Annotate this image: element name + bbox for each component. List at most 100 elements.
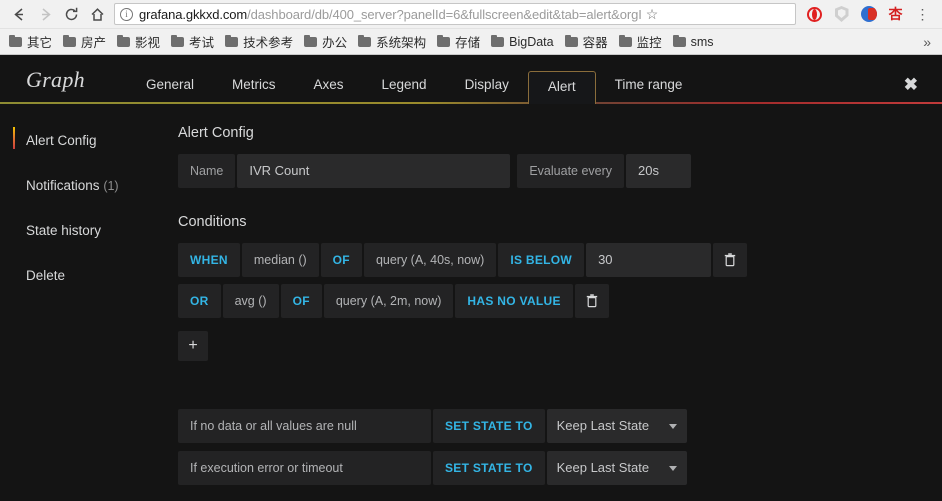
- no-data-state-select[interactable]: Keep Last State: [546, 409, 687, 443]
- no-data-description: If no data or all values are null: [178, 409, 431, 443]
- bookmark-item[interactable]: 容器: [561, 30, 615, 53]
- condition-threshold-input[interactable]: 30: [586, 243, 712, 277]
- tab-alert[interactable]: Alert: [527, 71, 596, 104]
- condition-operator[interactable]: WHEN: [178, 243, 240, 277]
- folder-icon: [491, 34, 505, 47]
- condition-evaluator[interactable]: HAS NO VALUE: [455, 284, 573, 318]
- bookmark-item[interactable]: 房产: [59, 30, 113, 53]
- bookmark-item[interactable]: BigData: [487, 33, 560, 51]
- sidebar-item-label: State history: [26, 223, 102, 238]
- add-condition-button[interactable]: +: [178, 331, 208, 361]
- folder-icon: [564, 34, 578, 47]
- bookmark-item[interactable]: sms: [669, 33, 721, 51]
- home-button[interactable]: [84, 2, 110, 26]
- no-data-row: If no data or all values are null SET ST…: [178, 409, 942, 443]
- home-icon: [90, 7, 104, 21]
- sidebar-item-delete[interactable]: Delete: [0, 260, 152, 291]
- delete-condition-button[interactable]: [713, 243, 748, 277]
- sidebar-item-label: Notifications: [26, 178, 100, 193]
- alert-name-input[interactable]: IVR Count: [237, 154, 511, 188]
- folder-icon: [171, 34, 185, 47]
- name-label: Name: [178, 154, 236, 188]
- alert-config-pane: Alert Config Name IVR Count Evaluate eve…: [152, 103, 942, 501]
- bookmark-label: 监控: [636, 36, 662, 50]
- bookmark-item[interactable]: 存储: [433, 30, 487, 53]
- reload-icon: [65, 7, 77, 20]
- no-data-handling-section: If no data or all values are null SET ST…: [178, 409, 942, 485]
- reload-button[interactable]: [58, 2, 84, 26]
- condition-of-label: OF: [280, 284, 322, 318]
- bookmark-label: 考试: [189, 36, 215, 50]
- bookmark-item[interactable]: 系统架构: [354, 30, 433, 53]
- forward-button[interactable]: [32, 2, 58, 26]
- exec-error-state-select[interactable]: Keep Last State: [546, 451, 687, 485]
- opera-extension-icon[interactable]: [801, 2, 828, 26]
- folder-icon: [672, 34, 686, 47]
- tab-time-range[interactable]: Time range: [596, 70, 702, 103]
- bookmark-item[interactable]: 技术参考: [221, 30, 300, 53]
- browser-chrome: i grafana.gkkxd.com/dashboard/db/400_ser…: [0, 0, 942, 55]
- shield-extension-icon[interactable]: [828, 2, 855, 26]
- no-data-state-value: Keep Last State: [556, 418, 650, 433]
- translate-extension-icon[interactable]: [855, 2, 882, 26]
- condition-row: OR avg () OF query (A, 2m, now) HAS NO V…: [178, 284, 942, 318]
- delete-condition-button[interactable]: [574, 284, 609, 318]
- bookmark-item[interactable]: 影视: [113, 30, 167, 53]
- sidebar-item-notifications[interactable]: Notifications (1): [0, 170, 152, 201]
- set-state-label: SET STATE TO: [433, 409, 545, 443]
- site-info-icon[interactable]: i: [120, 7, 133, 21]
- bookmark-label: 系统架构: [376, 36, 427, 50]
- kebab-menu-icon[interactable]: ⋮: [909, 2, 936, 26]
- evaluate-every-label: Evaluate every: [517, 154, 625, 188]
- bookmarks-overflow-button[interactable]: »: [923, 34, 937, 50]
- back-button[interactable]: [6, 2, 32, 26]
- condition-query[interactable]: query (A, 2m, now): [323, 284, 454, 318]
- bookmark-item[interactable]: 办公: [300, 30, 354, 53]
- tab-display[interactable]: Display: [446, 70, 528, 103]
- tab-general[interactable]: General: [127, 70, 213, 103]
- editor-body: Alert Config Notifications (1) State his…: [0, 103, 942, 501]
- xing-extension-icon[interactable]: 杏: [882, 2, 909, 26]
- condition-operator[interactable]: OR: [178, 284, 221, 318]
- folder-icon: [117, 34, 131, 47]
- exec-error-description: If execution error or timeout: [178, 451, 431, 485]
- arrow-left-icon: [13, 7, 23, 21]
- condition-query[interactable]: query (A, 40s, now): [363, 243, 497, 277]
- sidebar-item-alert-config[interactable]: Alert Config: [0, 125, 152, 156]
- tab-axes[interactable]: Axes: [294, 70, 362, 103]
- panel-type-title: Graph: [26, 67, 85, 92]
- exec-error-row: If execution error or timeout SET STATE …: [178, 451, 942, 485]
- bookmark-item[interactable]: 监控: [615, 30, 669, 53]
- bookmark-item[interactable]: 考试: [167, 30, 221, 53]
- tab-bar-underline: [0, 102, 942, 104]
- bookmark-star-icon[interactable]: ☆: [646, 6, 659, 23]
- alert-sidebar: Alert Config Notifications (1) State his…: [0, 103, 152, 501]
- trash-icon: [724, 253, 736, 267]
- tab-legend[interactable]: Legend: [363, 70, 446, 103]
- condition-reducer[interactable]: median (): [241, 243, 319, 277]
- bookmark-item[interactable]: 其它: [5, 30, 59, 53]
- condition-evaluator[interactable]: IS BELOW: [498, 243, 585, 277]
- alert-name-row: Name IVR Count Evaluate every 20s: [178, 154, 942, 188]
- editor-tab-bar: Graph General Metrics Axes Legend Displa…: [0, 55, 942, 104]
- bookmark-label: 容器: [582, 36, 608, 50]
- condition-reducer[interactable]: avg (): [222, 284, 279, 318]
- close-editor-button[interactable]: ✖: [904, 75, 918, 103]
- trash-icon: [586, 294, 598, 308]
- panel-editor: Graph General Metrics Axes Legend Displa…: [0, 55, 942, 501]
- condition-row: WHEN median () OF query (A, 40s, now) IS…: [178, 243, 942, 277]
- url-text: grafana.gkkxd.com/dashboard/db/400_serve…: [139, 7, 642, 22]
- url-path: /dashboard/db/400_server?panelId=6&fulls…: [247, 6, 642, 22]
- sidebar-item-label: Alert Config: [26, 133, 97, 148]
- bookmark-label: 房产: [81, 36, 107, 50]
- address-bar[interactable]: i grafana.gkkxd.com/dashboard/db/400_ser…: [114, 3, 796, 25]
- evaluate-every-input[interactable]: 20s: [626, 154, 692, 188]
- folder-icon: [618, 34, 632, 47]
- chevron-down-icon: [668, 423, 677, 429]
- bookmarks-bar: 其它 房产 影视 考试 技术参考 办公 系统架构 存储 BigData 容器 监…: [0, 28, 942, 54]
- sidebar-item-state-history[interactable]: State history: [0, 215, 152, 246]
- tab-metrics[interactable]: Metrics: [213, 70, 295, 103]
- arrow-right-icon: [41, 7, 51, 21]
- folder-icon: [358, 34, 372, 47]
- sidebar-item-label: Delete: [26, 268, 66, 283]
